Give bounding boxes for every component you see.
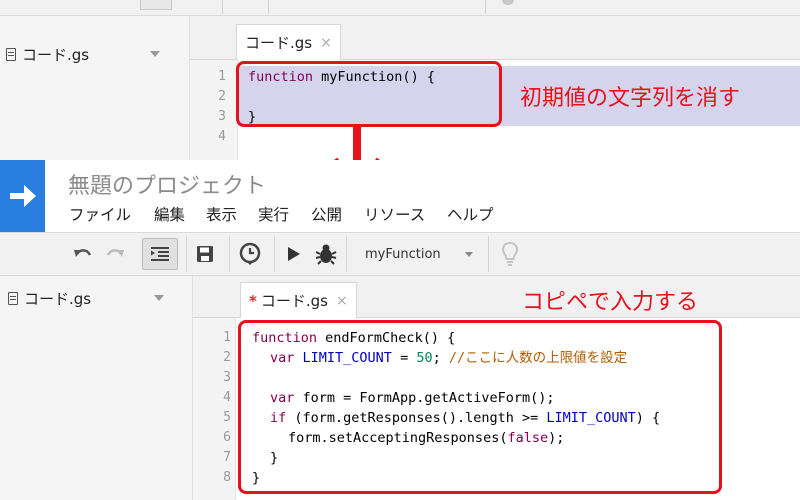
debug-icon	[315, 244, 337, 265]
top-file-panel: コード.gs	[0, 16, 190, 160]
close-icon[interactable]: ×	[320, 35, 332, 51]
project-title[interactable]: 無題のプロジェクト	[68, 168, 266, 200]
toolbar-separator	[222, 0, 223, 14]
annotation-delete-default: 初期値の文字列を消す	[520, 86, 741, 111]
bottom-line-gutter: 1 2 3 4 5 6 7 8	[193, 318, 236, 500]
chevron-down-icon[interactable]	[154, 295, 164, 301]
undo-icon	[74, 249, 92, 257]
function-select-value: myFunction	[365, 246, 441, 262]
chevron-down-icon	[465, 252, 473, 257]
menu-view[interactable]: 表示	[206, 203, 237, 225]
toolbar-separator	[186, 236, 187, 272]
indent-icon	[151, 247, 169, 261]
function-select[interactable]: myFunction	[350, 238, 485, 270]
redo-button[interactable]	[102, 238, 128, 270]
menu-file[interactable]: ファイル	[69, 203, 131, 225]
menu-resources[interactable]: リソース	[364, 203, 425, 225]
debug-button[interactable]	[312, 238, 340, 270]
save-icon	[197, 246, 213, 262]
trigger-clock-icon	[239, 242, 261, 265]
line-number: 4	[223, 390, 231, 405]
top-tab-code-gs[interactable]: コード.gs ×	[236, 24, 341, 60]
line-number: 8	[223, 470, 231, 485]
highlight-box-top-code	[236, 61, 502, 127]
chevron-down-icon[interactable]	[150, 51, 160, 57]
top-file-item[interactable]: コード.gs	[6, 42, 89, 66]
toolbar-separator	[268, 0, 269, 14]
line-number: 6	[223, 430, 231, 445]
lightbulb-icon	[502, 241, 518, 266]
line-number: 2	[218, 89, 226, 104]
tab-label: コード.gs	[245, 34, 313, 52]
top-file-name: コード.gs	[22, 45, 90, 64]
line-number: 1	[223, 330, 231, 345]
menu-edit[interactable]: 編集	[154, 203, 185, 225]
menu-publish[interactable]: 公開	[311, 203, 342, 225]
line-number: 5	[223, 410, 231, 425]
top-tab-bar: コード.gs ×	[190, 16, 800, 60]
toolbar-button-stub[interactable]	[140, 0, 172, 10]
run-button[interactable]	[282, 238, 306, 270]
bottom-file-item[interactable]: コード.gs	[8, 286, 91, 310]
save-button[interactable]	[192, 238, 218, 270]
file-icon	[6, 47, 16, 61]
bottom-file-name: コード.gs	[24, 289, 92, 308]
line-number: 3	[223, 370, 231, 385]
close-icon[interactable]: ×	[336, 293, 348, 309]
menu-help[interactable]: ヘルプ	[447, 203, 494, 225]
highlight-box-bottom-code	[238, 320, 722, 494]
line-number: 4	[218, 129, 226, 144]
file-icon	[8, 291, 18, 305]
line-number: 7	[223, 450, 231, 465]
toolbar-separator	[488, 236, 489, 272]
toolbar-separator	[274, 236, 275, 272]
menu-run[interactable]: 実行	[258, 203, 289, 225]
redo-icon	[106, 249, 124, 257]
undo-button[interactable]	[70, 238, 96, 270]
tab-label: コード.gs	[260, 292, 328, 310]
line-number: 2	[223, 350, 231, 365]
line-number: 1	[218, 69, 226, 84]
arrow-right-icon	[9, 185, 36, 207]
indent-toggle-button[interactable]	[142, 238, 178, 270]
toolbar-separator	[346, 236, 347, 272]
toolbar-separator	[485, 0, 486, 14]
run-icon	[288, 247, 300, 261]
unsaved-indicator: *	[249, 291, 257, 310]
top-toolbar-strip	[0, 0, 800, 16]
bottom-file-panel: コード.gs	[0, 276, 193, 500]
bottom-tab-code-gs[interactable]: * コード.gs ×	[240, 282, 357, 318]
toolbar-separator	[229, 236, 230, 272]
lightbulb-button[interactable]	[496, 238, 524, 270]
annotation-copy-paste: コピペで入力する	[522, 290, 699, 315]
apps-script-logo[interactable]	[0, 160, 45, 232]
line-number: 3	[218, 109, 226, 124]
triggers-button[interactable]	[236, 238, 264, 270]
lightbulb-icon[interactable]	[502, 0, 514, 5]
top-line-gutter: 1 2 3 4	[190, 60, 238, 160]
bottom-tab-bar: * コード.gs ×	[193, 276, 800, 318]
